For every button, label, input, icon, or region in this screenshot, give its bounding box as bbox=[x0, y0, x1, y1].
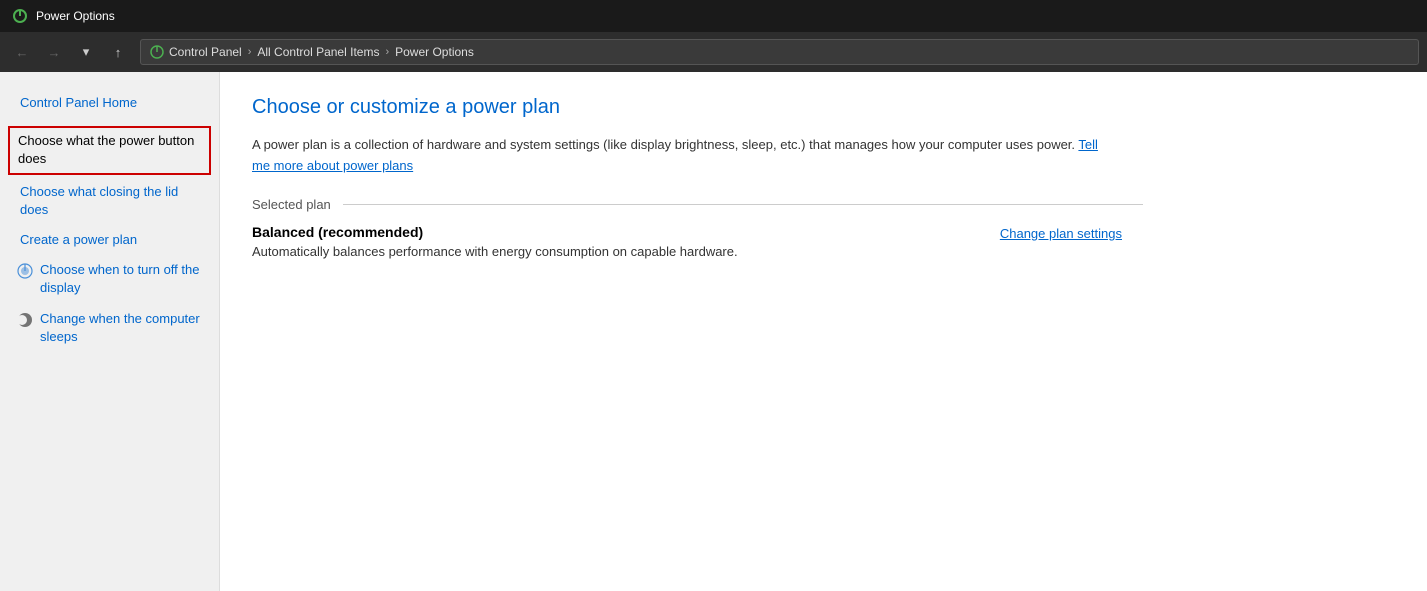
plan-name: Balanced (recommended) bbox=[252, 224, 738, 240]
selected-plan-label: Selected plan bbox=[252, 197, 331, 212]
page-title: Choose or customize a power plan bbox=[252, 96, 1395, 119]
dropdown-button[interactable]: ▾ bbox=[72, 38, 100, 66]
breadcrumb-allitems: All Control Panel Items bbox=[257, 45, 379, 59]
content-description: A power plan is a collection of hardware… bbox=[252, 135, 1112, 177]
sidebar-home[interactable]: Control Panel Home bbox=[0, 88, 219, 124]
plan-row: Balanced (recommended) Automatically bal… bbox=[252, 224, 1122, 259]
window-title: Power Options bbox=[36, 9, 115, 23]
sidebar-item-sleep-label: Change when the computer sleeps bbox=[40, 310, 203, 346]
toolbar: ← → ▾ ↑ Control Panel › All Control Pane… bbox=[0, 32, 1427, 72]
content-area: Choose or customize a power plan A power… bbox=[220, 72, 1427, 591]
sidebar-item-lid[interactable]: Choose what closing the lid does bbox=[0, 177, 219, 225]
main-container: Control Panel Home Choose what the power… bbox=[0, 72, 1427, 591]
sidebar-item-sleep[interactable]: Change when the computer sleeps bbox=[0, 304, 219, 352]
selected-plan-divider: Selected plan bbox=[252, 197, 1395, 212]
forward-button[interactable]: → bbox=[40, 38, 68, 66]
sidebar-item-display-off[interactable]: Choose when to turn off the display bbox=[0, 255, 219, 303]
address-bar-icon bbox=[149, 44, 165, 60]
change-plan-settings-link[interactable]: Change plan settings bbox=[1000, 224, 1122, 241]
plan-info: Balanced (recommended) Automatically bal… bbox=[252, 224, 738, 259]
sleep-icon bbox=[16, 311, 34, 329]
breadcrumb-controlpanel: Control Panel bbox=[169, 45, 242, 59]
display-icon bbox=[16, 262, 34, 280]
sidebar: Control Panel Home Choose what the power… bbox=[0, 72, 220, 591]
address-bar[interactable]: Control Panel › All Control Panel Items … bbox=[140, 39, 1419, 65]
sidebar-item-display-off-label: Choose when to turn off the display bbox=[40, 261, 203, 297]
app-icon bbox=[12, 8, 28, 24]
back-button[interactable]: ← bbox=[8, 38, 36, 66]
plan-description: Automatically balances performance with … bbox=[252, 244, 738, 259]
title-bar: Power Options bbox=[0, 0, 1427, 32]
breadcrumb-poweroptions: Power Options bbox=[395, 45, 474, 59]
up-button[interactable]: ↑ bbox=[104, 38, 132, 66]
divider-line bbox=[343, 204, 1143, 205]
sidebar-item-power-button[interactable]: Choose what the power button does bbox=[8, 126, 211, 174]
sidebar-item-create-plan[interactable]: Create a power plan bbox=[0, 225, 219, 255]
